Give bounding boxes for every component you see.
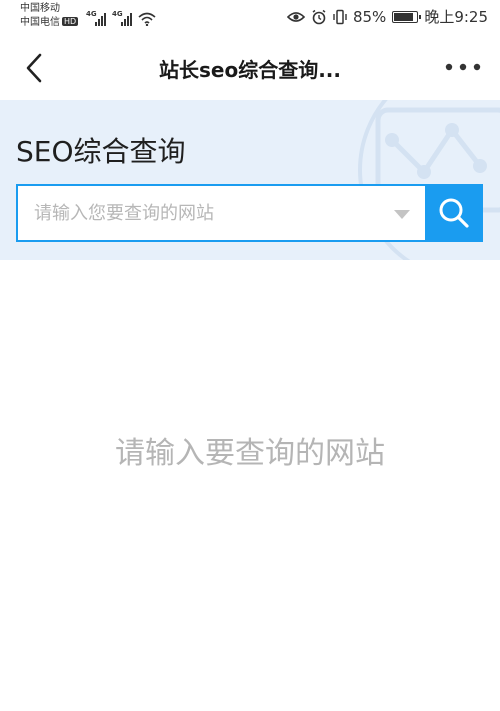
eye-icon	[286, 11, 305, 22]
nav-bar: 站长seo综合查询...	[0, 34, 500, 100]
search-panel: SEO综合查询	[0, 100, 500, 260]
search-box	[16, 184, 425, 242]
signal-icon: 4G	[86, 10, 106, 26]
search-input[interactable]	[34, 186, 374, 240]
search-icon	[439, 198, 469, 228]
caret-down-icon[interactable]	[394, 210, 410, 219]
more-button[interactable]	[440, 54, 486, 80]
hd-badge: HD	[62, 17, 79, 26]
battery-icon	[392, 10, 422, 23]
section-title: SEO综合查询	[16, 135, 186, 168]
chevron-left-icon	[26, 53, 42, 83]
battery-percent: 85%	[352, 7, 387, 26]
alarm-icon	[312, 9, 326, 24]
search-button[interactable]	[425, 184, 483, 242]
carrier-info: 中国移动 中国电信 HD	[20, 2, 79, 30]
carrier-2: 中国电信	[20, 17, 60, 28]
clock: 晚上9:25	[424, 8, 488, 26]
wifi-icon	[138, 12, 156, 26]
signal-indicators: 4G 4G	[86, 8, 156, 26]
more-dots-icon	[445, 63, 481, 71]
status-bar: 中国移动 中国电信 HD 4G 4G 85% 晚上9:25	[0, 0, 500, 34]
empty-state-hint: 请输入要查询的网站	[115, 436, 385, 471]
vibrate-icon	[333, 9, 347, 24]
signal-icon: 4G	[112, 10, 132, 26]
network-type-2: 4G	[112, 10, 123, 18]
carrier-1: 中国移动	[20, 3, 60, 14]
status-right: 85% 晚上9:25	[286, 6, 488, 27]
back-button[interactable]	[14, 48, 54, 88]
network-type-1: 4G	[86, 10, 97, 18]
page-title: 站长seo综合查询...	[158, 58, 341, 82]
